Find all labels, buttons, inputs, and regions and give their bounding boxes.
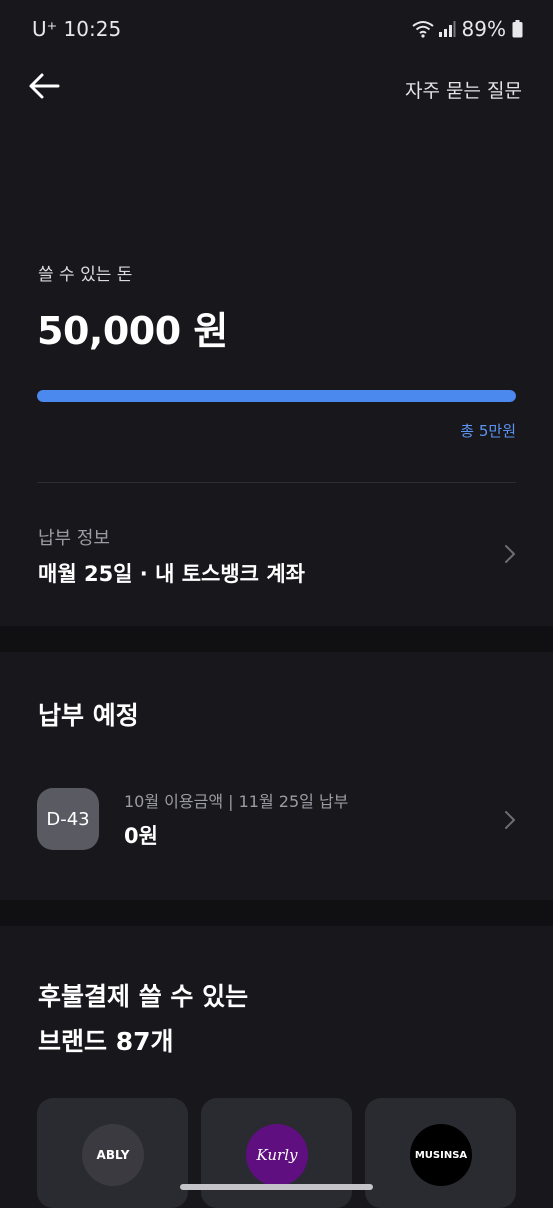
balance-card: 쓸 수 있는 돈 50,000 원 총 5만원 납부 정보 매월 25일 · 내… — [0, 230, 553, 626]
upcoming-subtitle: 10월 이용금액 | 11월 25일 납부 — [124, 792, 349, 811]
balance-label: 쓸 수 있는 돈 — [38, 265, 133, 285]
payment-info-value: 매월 25일 · 내 토스뱅크 계좌 — [38, 562, 305, 586]
limit-progress-fill — [37, 390, 516, 402]
upcoming-payment-section: 납부 예정 D-43 10월 이용금액 | 11월 25일 납부 0원 — [0, 652, 553, 900]
upcoming-amount: 0원 — [124, 824, 158, 848]
signal-icon — [438, 21, 456, 37]
divider — [37, 482, 516, 483]
payment-info-label: 납부 정보 — [38, 528, 110, 549]
brand-card-ably[interactable]: ABLY — [37, 1098, 188, 1208]
upcoming-title: 납부 예정 — [38, 701, 139, 730]
brands-title: 후불결제 쓸 수 있는 브랜드 87개 — [38, 974, 248, 1064]
carrier-time: U⁺ 10:25 — [32, 17, 122, 41]
ably-logo: ABLY — [82, 1124, 144, 1186]
battery-percent: 89% — [461, 17, 506, 41]
top-header: 자주 묻는 질문 — [0, 58, 553, 118]
brand-card-kurly[interactable]: Kurly — [201, 1098, 352, 1208]
faq-link[interactable]: 자주 묻는 질문 — [405, 76, 522, 103]
back-button[interactable] — [26, 68, 62, 104]
section-gap — [0, 900, 553, 926]
payment-info-row[interactable]: 납부 정보 매월 25일 · 내 토스뱅크 계좌 — [0, 500, 553, 600]
kurly-logo: Kurly — [246, 1124, 308, 1186]
limit-progress-bar — [37, 390, 516, 402]
brand-card-musinsa[interactable]: MUSINSA — [365, 1098, 516, 1208]
chevron-right-icon — [505, 545, 515, 563]
total-limit-label: 총 5만원 — [460, 422, 516, 440]
wifi-icon — [411, 21, 434, 38]
musinsa-logo: MUSINSA — [410, 1124, 472, 1186]
d-day-badge: D-43 — [37, 788, 99, 850]
status-bar: U⁺ 10:25 89% — [0, 0, 553, 58]
brands-title-line1: 후불결제 쓸 수 있는 — [38, 982, 249, 1011]
brands-title-line2: 브랜드 87개 — [38, 1027, 174, 1056]
section-gap — [0, 626, 553, 652]
upcoming-payment-row[interactable]: D-43 10월 이용금액 | 11월 25일 납부 0원 — [0, 782, 553, 862]
battery-icon — [512, 20, 523, 38]
chevron-right-icon — [505, 811, 515, 829]
balance-amount: 50,000 원 — [37, 309, 228, 353]
home-indicator[interactable] — [180, 1184, 373, 1190]
brands-section: 후불결제 쓸 수 있는 브랜드 87개 ABLY Kurly MUSINSA — [0, 926, 553, 1208]
back-arrow-icon — [29, 73, 60, 99]
status-icons: 89% — [411, 17, 523, 41]
